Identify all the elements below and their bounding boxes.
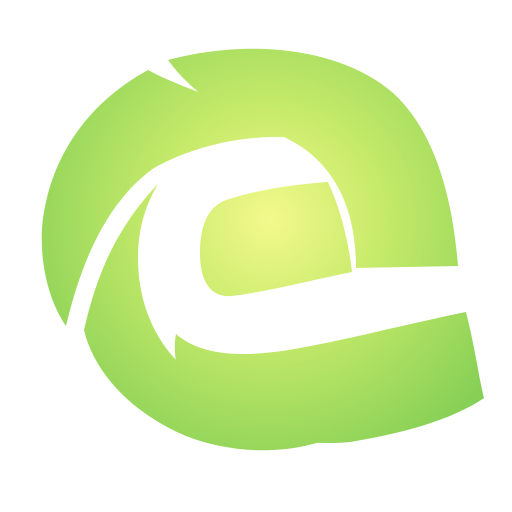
app-icon-canvas	[0, 0, 512, 512]
e-sphere-group	[41, 48, 484, 451]
e-logo-icon	[41, 48, 484, 451]
e-inner-bar	[200, 182, 352, 297]
